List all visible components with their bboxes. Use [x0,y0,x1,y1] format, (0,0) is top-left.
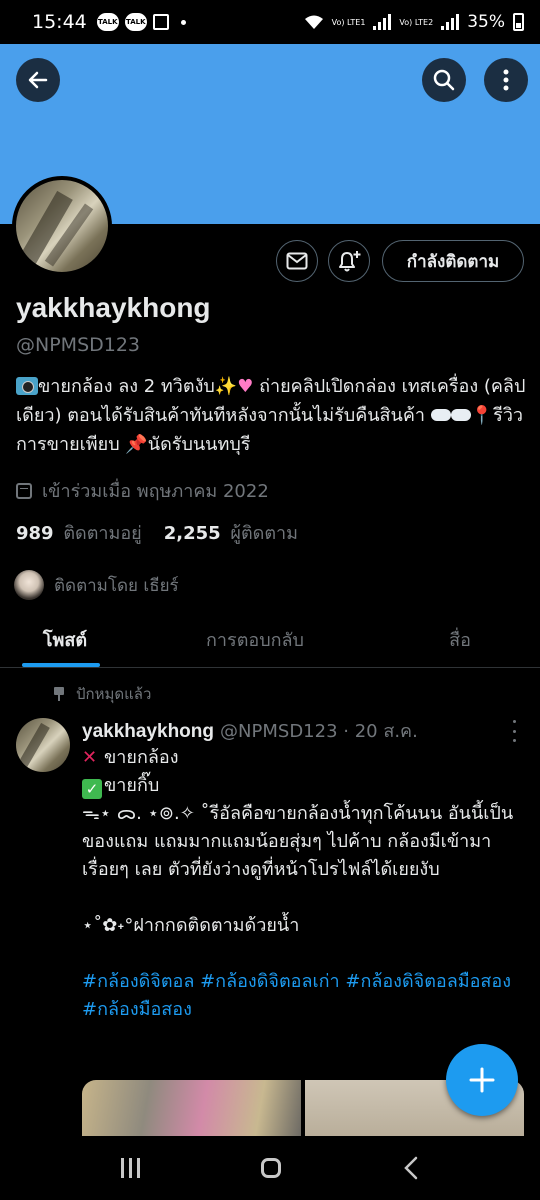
search-button[interactable] [422,58,466,102]
tweet-line: ⋆˚✿˖°ฝากกดติดตามด้วยน้ำ [82,915,300,936]
profile-name: yakkhaykhong [16,292,211,323]
plus-icon [469,1067,495,1093]
following-stat[interactable]: 989 ติดตามอยู่ [16,518,142,547]
check-mark-icon: ✓ [82,779,102,799]
lte2-label: Vo) LTE2 [399,17,434,27]
signal2-icon [441,14,460,30]
battery-percent: 35% [467,12,505,32]
tweet-avatar[interactable] [16,718,70,772]
camera-flash-icon [16,377,38,395]
pinned-label: ปักหมุดแล้ว [54,682,151,706]
recent-apps-button[interactable] [120,1158,140,1178]
kakaotalk-icon: TALK [124,13,147,31]
tweet-header: yakkhaykhong @NPMSD123 · 20 ส.ค. [82,716,418,745]
mail-icon [286,252,308,270]
joined-date: เข้าร่วมเมื่อ พฤษภาคม 2022 [16,476,269,505]
following-button[interactable]: กำลังติดตาม [382,240,524,282]
follow-stats: 989 ติดตามอยู่ 2,255 ผู้ติดตาม [16,518,298,547]
media-image[interactable] [82,1080,301,1136]
gallery-icon [152,14,169,30]
search-icon [433,69,455,91]
notification-dot-icon [180,19,186,25]
bio-text: ขายกล้อง ลง 2 ทวิตงับ [38,376,215,397]
notify-button[interactable] [328,240,370,282]
status-bar: 15:44 TALK TALK Vo) LTE1 Vo) LTE2 35% [0,0,540,44]
back-nav-icon[interactable] [403,1156,419,1180]
profile-bio: ขายกล้อง ลง 2 ทวิตงับ✨♥ ถ่ายคลิปเปิดกล่อ… [16,372,532,459]
system-nav-bar [0,1136,540,1200]
followed-by-text: ติดตามโดย เธียร์ [54,575,179,596]
message-button[interactable] [276,240,318,282]
tweet-line: ขายกล้อง [104,747,179,768]
battery-icon [513,13,524,31]
profile-tabs: โพสต์ การตอบกลับ สื่อ [0,612,540,668]
followers-count: 2,255 [163,523,221,544]
profile-handle: @NPMSD123 [16,334,141,356]
pin-icon [54,687,64,701]
tweet-author-name[interactable]: yakkhaykhong [82,721,214,742]
tweet-hashtags[interactable]: #กล้องดิจิตอล #กล้องดิจิตอลเก่า #กล้องดิ… [82,968,528,996]
sparkles-icon: ✨ [214,376,238,397]
following-count: 989 [16,523,54,544]
bio-text: นัดรับนนทบุรี [147,434,251,455]
followed-by[interactable]: ติดตามโดย เธียร์ [14,570,179,600]
tab-posts[interactable]: โพสต์ [0,612,130,667]
profile-avatar[interactable] [12,176,112,276]
tweet-meta: @NPMSD123 · 20 ส.ค. [220,721,418,742]
more-vertical-icon [503,69,509,91]
followers-stat[interactable]: 2,255 ผู้ติดตาม [164,518,298,547]
status-time: 15:44 [32,11,87,33]
home-button[interactable] [261,1158,282,1178]
more-options-button[interactable] [484,58,528,102]
cloud-icon [450,409,471,421]
round-pushpin-icon: 📍 [470,405,494,426]
calendar-icon [16,482,32,499]
pinned-text: ปักหมุดแล้ว [76,685,152,703]
back-button[interactable] [16,58,60,102]
tweet-line: ขายกิ๊บ [104,775,160,796]
bell-plus-icon [339,251,361,272]
pushpin-icon: 📌 [125,434,148,455]
joined-text: เข้าร่วมเมื่อ พฤษภาคม 2022 [42,481,269,502]
kakaotalk-icon: TALK [96,13,119,31]
cloud-icon [430,409,451,421]
tweet-text[interactable]: ✕ ขายกล้อง ✓ ขายกิ๊บ ᯓ⋆ ᯅ. ⋆⊚.✧ ˚รีอัลคือข… [82,744,528,1024]
following-label: ติดตามอยู่ [63,523,142,544]
lte1-label: Vo) LTE1 [331,17,366,27]
tab-media[interactable]: สื่อ [380,612,540,667]
tweet-line: ᯓ⋆ ᯅ. ⋆⊚.✧ ˚รีอัลคือขายกล้องน้ำทุกโค้นนน… [82,803,514,880]
tweet-hashtags[interactable]: #กล้องมือสอง [82,996,528,1024]
compose-button[interactable] [446,1044,518,1116]
follower-avatar [14,570,44,600]
cross-mark-icon: ✕ [82,747,98,768]
tweet-more-icon[interactable] [510,720,518,742]
pink-heart-icon: ♥ [237,376,254,397]
tab-replies[interactable]: การตอบกลับ [130,612,380,667]
wifi-icon [304,15,323,29]
followers-label: ผู้ติดตาม [230,523,298,544]
signal1-icon [373,14,392,30]
arrow-left-icon [28,71,48,89]
